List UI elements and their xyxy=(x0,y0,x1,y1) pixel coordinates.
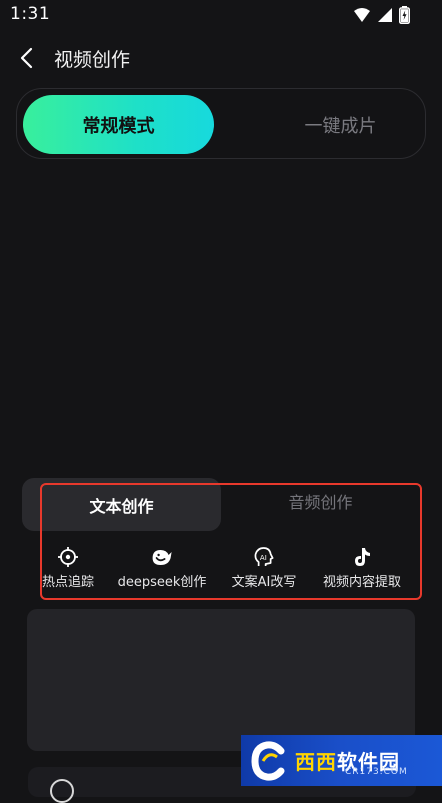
whale-icon xyxy=(150,545,174,569)
tool-deepseek[interactable]: deepseek创作 xyxy=(117,545,207,590)
text-input-card[interactable] xyxy=(27,609,415,751)
crosshair-target-icon xyxy=(56,545,80,569)
status-time: 1:31 xyxy=(10,4,51,24)
tool-hot-tracking[interactable]: 热点追踪 xyxy=(42,545,94,590)
signal-icon xyxy=(353,7,371,27)
tool-ai-rewrite[interactable]: AI 文案AI改写 xyxy=(231,545,297,590)
tool-label: 视频内容提取 xyxy=(322,575,402,590)
tools-row: 热点追踪 deepseek创作 AI 文案AI改写 视频内容提取 xyxy=(30,545,430,593)
tool-label: 热点追踪 xyxy=(41,575,95,590)
tiktok-note-icon xyxy=(350,545,374,569)
status-bar: 1:31 xyxy=(0,0,442,30)
page-title: 视频创作 xyxy=(54,49,131,71)
svg-text:AI: AI xyxy=(260,554,267,562)
tool-label: deepseek创作 xyxy=(117,575,207,590)
tab-regular-mode[interactable]: 常规模式 xyxy=(23,95,214,154)
tab-audio-creation[interactable]: 音频创作 xyxy=(221,474,420,527)
watermark-domain: CR173.COM xyxy=(345,767,408,777)
watermark-logo-icon xyxy=(247,739,291,783)
watermark: 西西软件园 CR173.COM xyxy=(241,735,442,786)
tab-text-creation[interactable]: 文本创作 xyxy=(22,478,221,531)
app-header: 视频创作 xyxy=(0,40,442,80)
content-tabs: 文本创作 音频创作 xyxy=(22,478,420,531)
back-button[interactable] xyxy=(14,46,38,74)
avatar xyxy=(50,779,74,803)
battery-charging-icon xyxy=(399,6,410,28)
watermark-brand-a: 西西 xyxy=(295,750,337,774)
status-icons xyxy=(353,6,410,28)
ai-head-icon: AI xyxy=(252,545,276,569)
mode-switch: 常规模式 一键成片 xyxy=(16,88,426,159)
chevron-left-icon xyxy=(19,47,33,73)
wifi-icon xyxy=(377,7,393,27)
tool-label: 文案AI改写 xyxy=(231,575,297,590)
tab-one-click-video[interactable]: 一键成片 xyxy=(245,95,436,154)
tool-video-extract[interactable]: 视频内容提取 xyxy=(323,545,401,590)
